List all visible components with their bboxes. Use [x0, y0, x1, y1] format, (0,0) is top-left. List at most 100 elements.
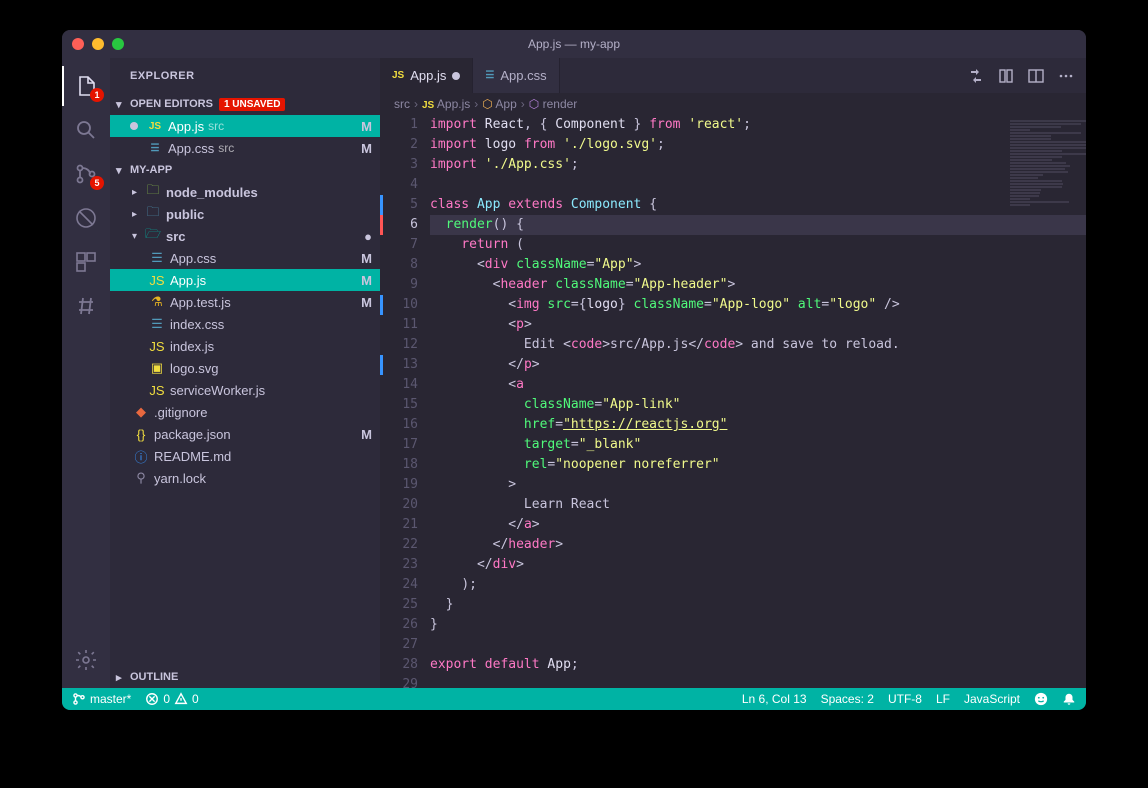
language-status[interactable]: JavaScript	[964, 692, 1020, 706]
line-number: 12	[380, 335, 418, 355]
code-line[interactable]	[430, 175, 1086, 195]
code-line[interactable]: Edit <code>src/App.js</code> and save to…	[430, 335, 1086, 355]
open-editor-item[interactable]: ☰App.csssrcM	[110, 137, 380, 159]
line-number: 18	[380, 455, 418, 475]
code-line[interactable]: </header>	[430, 535, 1086, 555]
code-line[interactable]: import logo from './logo.svg';	[430, 135, 1086, 155]
code-line[interactable]: <header className="App-header">	[430, 275, 1086, 295]
tree-folder[interactable]: ▸🗀public	[110, 203, 380, 225]
code-line[interactable]: </a>	[430, 515, 1086, 535]
indentation-status[interactable]: Spaces: 2	[821, 692, 874, 706]
eol-status[interactable]: LF	[936, 692, 950, 706]
encoding-status[interactable]: UTF-8	[888, 692, 922, 706]
activity-search[interactable]	[62, 110, 110, 150]
code-line[interactable]: class App extends Component {	[430, 195, 1086, 215]
status-bar: master* 0 0 Ln 6, Col 13 Spaces: 2 UTF-8…	[62, 688, 1086, 710]
cursor-position[interactable]: Ln 6, Col 13	[742, 692, 807, 706]
tree-file[interactable]: ⚗App.test.jsM	[110, 291, 380, 313]
activity-scm[interactable]: 5	[62, 154, 110, 194]
open-editors-section[interactable]: ▾ OPEN EDITORS 1 UNSAVED	[110, 93, 380, 115]
compare-icon[interactable]	[968, 68, 984, 84]
code-line[interactable]: export default App;	[430, 655, 1086, 675]
activity-debug[interactable]	[62, 198, 110, 238]
open-editors-label: OPEN EDITORS	[130, 98, 213, 110]
code-content[interactable]: import React, { Component } from 'react'…	[430, 115, 1086, 688]
line-number: 3	[380, 155, 418, 175]
code-line[interactable]: import './App.css';	[430, 155, 1086, 175]
notifications-icon[interactable]	[1062, 692, 1076, 706]
tree-folder[interactable]: ▸🗀node_modules	[110, 181, 380, 203]
breadcrumb-separator: ›	[414, 97, 418, 111]
outline-section[interactable]: ▸ OUTLINE	[110, 666, 380, 688]
code-line[interactable]: }	[430, 595, 1086, 615]
item-name: logo.svg	[170, 361, 218, 376]
breadcrumb-item[interactable]: JS App.js	[422, 97, 470, 111]
breadcrumb-item[interactable]: src	[394, 97, 410, 111]
code-editor[interactable]: 1234567891011121314151617181920212223242…	[380, 115, 1086, 688]
editor-tab[interactable]: ☰App.css	[473, 58, 559, 93]
activity-settings[interactable]	[62, 640, 110, 680]
code-line[interactable]: </div>	[430, 555, 1086, 575]
extensions-icon	[74, 250, 98, 274]
code-line[interactable]: );	[430, 575, 1086, 595]
chevron-down-icon: ▾	[116, 164, 130, 177]
tree-file[interactable]: ▣ logo.svg	[110, 357, 380, 379]
tree-file[interactable]: JSindex.js	[110, 335, 380, 357]
item-name: node_modules	[166, 185, 258, 200]
tree-file[interactable]: ☰index.css	[110, 313, 380, 335]
css-file-icon: ☰	[148, 316, 166, 332]
breadcrumbs[interactable]: src›JS App.js›⬡ App›⬡ render	[380, 93, 1086, 115]
tree-folder[interactable]: ▾🗁src●	[110, 225, 380, 247]
error-count: 0	[163, 692, 170, 706]
editor-tab[interactable]: JSApp.js	[380, 58, 473, 93]
code-line[interactable]: return (	[430, 235, 1086, 255]
line-number: 28	[380, 655, 418, 675]
code-line[interactable]: target="_blank"	[430, 435, 1086, 455]
code-line[interactable]	[430, 635, 1086, 655]
tree-file[interactable]: {}package.jsonM	[110, 423, 380, 445]
tree-file[interactable]: ◆.gitignore	[110, 401, 380, 423]
git-branch-status[interactable]: master*	[72, 692, 131, 706]
file-name: App.js	[168, 119, 204, 134]
item-name: package.json	[154, 427, 231, 442]
minimap[interactable]	[1006, 115, 1086, 688]
project-section[interactable]: ▾ MY-APP	[110, 159, 380, 181]
code-line[interactable]: <p>	[430, 315, 1086, 335]
code-line[interactable]	[430, 675, 1086, 688]
split-editor-icon[interactable]	[1028, 68, 1044, 84]
more-actions-icon[interactable]	[1058, 68, 1074, 84]
gutter-decoration	[380, 195, 383, 215]
code-line[interactable]: render() {	[430, 215, 1086, 235]
activity-extensions[interactable]	[62, 242, 110, 282]
tree-file[interactable]: ☰App.cssM	[110, 247, 380, 269]
code-line[interactable]: import React, { Component } from 'react'…	[430, 115, 1086, 135]
hash-icon	[74, 294, 98, 318]
code-line[interactable]: <div className="App">	[430, 255, 1086, 275]
activity-hash[interactable]	[62, 286, 110, 326]
line-number: 25	[380, 595, 418, 615]
code-line[interactable]: </p>	[430, 355, 1086, 375]
code-line[interactable]: href="https://reactjs.org"	[430, 415, 1086, 435]
error-icon	[145, 692, 159, 706]
tab-label: App.js	[410, 68, 446, 83]
code-line[interactable]: >	[430, 475, 1086, 495]
code-line[interactable]: <img src={logo} className="App-logo" alt…	[430, 295, 1086, 315]
svg-file-icon: ▣	[148, 360, 166, 376]
code-line[interactable]: rel="noopener noreferrer"	[430, 455, 1086, 475]
code-line[interactable]: Learn React	[430, 495, 1086, 515]
breadcrumb-item[interactable]: ⬡ render	[529, 97, 578, 111]
tree-file[interactable]: JSserviceWorker.js	[110, 379, 380, 401]
tree-file[interactable]: ⚲yarn.lock	[110, 467, 380, 489]
tree-file[interactable]: JSApp.jsM	[110, 269, 380, 291]
code-line[interactable]: className="App-link"	[430, 395, 1086, 415]
code-line[interactable]: <a	[430, 375, 1086, 395]
tree-file[interactable]: ⓘREADME.md	[110, 445, 380, 467]
folder-icon: 🗀	[144, 203, 162, 225]
activity-explorer[interactable]: 1	[62, 66, 110, 106]
problems-status[interactable]: 0 0	[145, 692, 198, 706]
breadcrumb-item[interactable]: ⬡ App	[482, 97, 517, 111]
code-line[interactable]: }	[430, 615, 1086, 635]
open-editor-item[interactable]: JSApp.jssrcM	[110, 115, 380, 137]
open-changes-icon[interactable]	[998, 68, 1014, 84]
feedback-icon[interactable]	[1034, 692, 1048, 706]
